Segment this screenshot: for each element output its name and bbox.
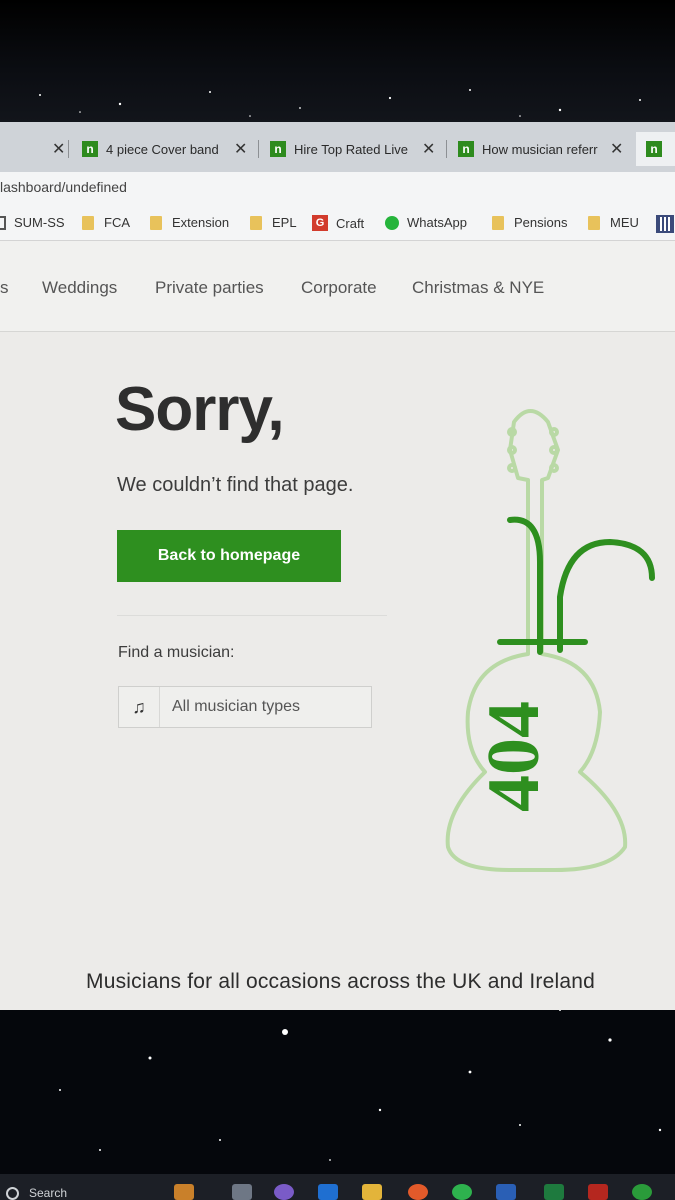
browser-icon[interactable] xyxy=(408,1184,428,1200)
windows-taskbar: Search xyxy=(0,1174,675,1200)
apps-grid-icon xyxy=(656,215,674,233)
taskbar-search[interactable]: Search xyxy=(6,1186,67,1200)
close-icon[interactable]: ✕ xyxy=(52,139,64,159)
tab-separator xyxy=(258,140,259,158)
acrobat-icon[interactable] xyxy=(588,1184,608,1200)
search-icon xyxy=(6,1186,19,1200)
bookmark-label: FCA xyxy=(104,215,130,230)
folder-icon xyxy=(492,215,504,230)
bookmark-fca[interactable]: FCA xyxy=(82,215,130,230)
close-icon[interactable]: ✕ xyxy=(234,139,247,159)
tab-title: 4 piece Cover band xyxy=(106,141,219,157)
tab-hire-top-rated-live[interactable]: n Hire Top Rated Live ✕ xyxy=(270,132,442,166)
close-icon[interactable]: ✕ xyxy=(610,139,623,159)
bookmark-epl[interactable]: EPL xyxy=(250,215,297,230)
bookmark-meu[interactable]: MEU xyxy=(588,215,639,230)
bookmark-label: MEU xyxy=(610,215,639,230)
word-icon[interactable] xyxy=(496,1184,516,1200)
folder-icon xyxy=(150,215,162,230)
taskbar-app-icon[interactable] xyxy=(274,1184,294,1200)
tab-how-musician-referral[interactable]: n How musician referr ✕ xyxy=(458,132,630,166)
bookmark-label: Extension xyxy=(172,215,230,230)
bookmark-pensions[interactable]: Pensions xyxy=(492,215,567,230)
back-to-homepage-button[interactable]: Back to homepage xyxy=(117,530,341,582)
tab-partial[interactable]: ✕ xyxy=(40,132,64,166)
tab-4-piece-cover-band[interactable]: n 4 piece Cover band ✕ xyxy=(82,132,254,166)
folder-icon xyxy=(250,215,262,230)
outlook-icon[interactable] xyxy=(318,1184,338,1200)
musician-type-select[interactable]: ♫ All musician types xyxy=(118,686,372,728)
file-explorer-icon[interactable] xyxy=(362,1184,382,1200)
address-bar[interactable]: lashboard/undefined xyxy=(0,172,675,206)
site-favicon-icon: n xyxy=(646,141,662,157)
site-favicon-icon: n xyxy=(82,141,98,157)
guitar-404-illustration: 404 xyxy=(445,409,655,872)
whatsapp-icon xyxy=(385,215,399,230)
url-text[interactable]: lashboard/undefined xyxy=(0,179,127,195)
music-note-icon: ♫ xyxy=(119,687,160,727)
error-code: 404 xyxy=(473,701,555,812)
find-musician-label: Find a musician: xyxy=(118,644,235,661)
tab-title: How musician referr xyxy=(482,141,598,157)
divider xyxy=(117,615,387,616)
bookmark-label: Pensions xyxy=(514,215,568,230)
tab-active[interactable]: n xyxy=(636,132,675,166)
site-favicon-icon: n xyxy=(458,141,474,157)
tab-separator xyxy=(68,140,69,158)
folder-icon xyxy=(588,215,600,230)
nav-link-weddings[interactable]: Weddings xyxy=(42,278,117,298)
search-icon xyxy=(0,215,6,230)
close-icon[interactable]: ✕ xyxy=(422,139,435,159)
footer-tagline: Musicians for all occasions across the U… xyxy=(86,970,596,993)
site-favicon-icon: n xyxy=(270,141,286,157)
bookmark-label: SUM-SS xyxy=(14,215,65,230)
taskbar-app-icon[interactable] xyxy=(232,1184,252,1200)
nav-link-private-parties[interactable]: Private parties xyxy=(155,278,264,298)
chrome-icon[interactable] xyxy=(452,1184,472,1200)
monitor-bezel xyxy=(0,0,675,122)
notification-badge-icon[interactable] xyxy=(632,1184,652,1200)
bookmark-whatsapp[interactable]: WhatsApp xyxy=(385,215,467,230)
error-message: We couldn’t find that page. xyxy=(117,474,354,496)
site-navigation: s Weddings Private parties Corporate Chr… xyxy=(0,241,675,332)
bookmark-apps[interactable] xyxy=(656,215,674,233)
tab-title: Hire Top Rated Live xyxy=(294,141,408,157)
folder-icon xyxy=(82,215,94,230)
nav-link-partial[interactable]: s xyxy=(0,278,9,298)
nav-link-corporate[interactable]: Corporate xyxy=(301,278,377,298)
select-value: All musician types xyxy=(172,698,301,715)
bookmark-extension[interactable]: Extension xyxy=(150,215,229,230)
bookmark-label: WhatsApp xyxy=(407,215,467,230)
tab-separator xyxy=(446,140,447,158)
bookmark-craft[interactable]: G Craft xyxy=(312,215,364,231)
page-title: Sorry, xyxy=(115,375,285,444)
browser-screen: ✕ n 4 piece Cover band ✕ n Hire Top Rate… xyxy=(0,122,675,1010)
error-page-main: Sorry, We couldn’t find that page. Back … xyxy=(0,332,675,1010)
google-icon: G xyxy=(312,215,328,231)
excel-icon[interactable] xyxy=(544,1184,564,1200)
bookmark-sum-ss[interactable]: SUM-SS xyxy=(0,215,65,230)
tab-strip: ✕ n 4 piece Cover band ✕ n Hire Top Rate… xyxy=(0,122,675,172)
bookmarks-bar: SUM-SS FCA Extension EPL G Craft WhatsAp… xyxy=(0,206,675,241)
taskbar-search-label: Search xyxy=(29,1186,68,1200)
bookmark-label: Craft xyxy=(336,215,365,231)
nav-link-christmas-nye[interactable]: Christmas & NYE xyxy=(412,278,544,298)
taskbar-app-icon[interactable] xyxy=(174,1184,194,1200)
bookmark-label: EPL xyxy=(272,215,297,230)
